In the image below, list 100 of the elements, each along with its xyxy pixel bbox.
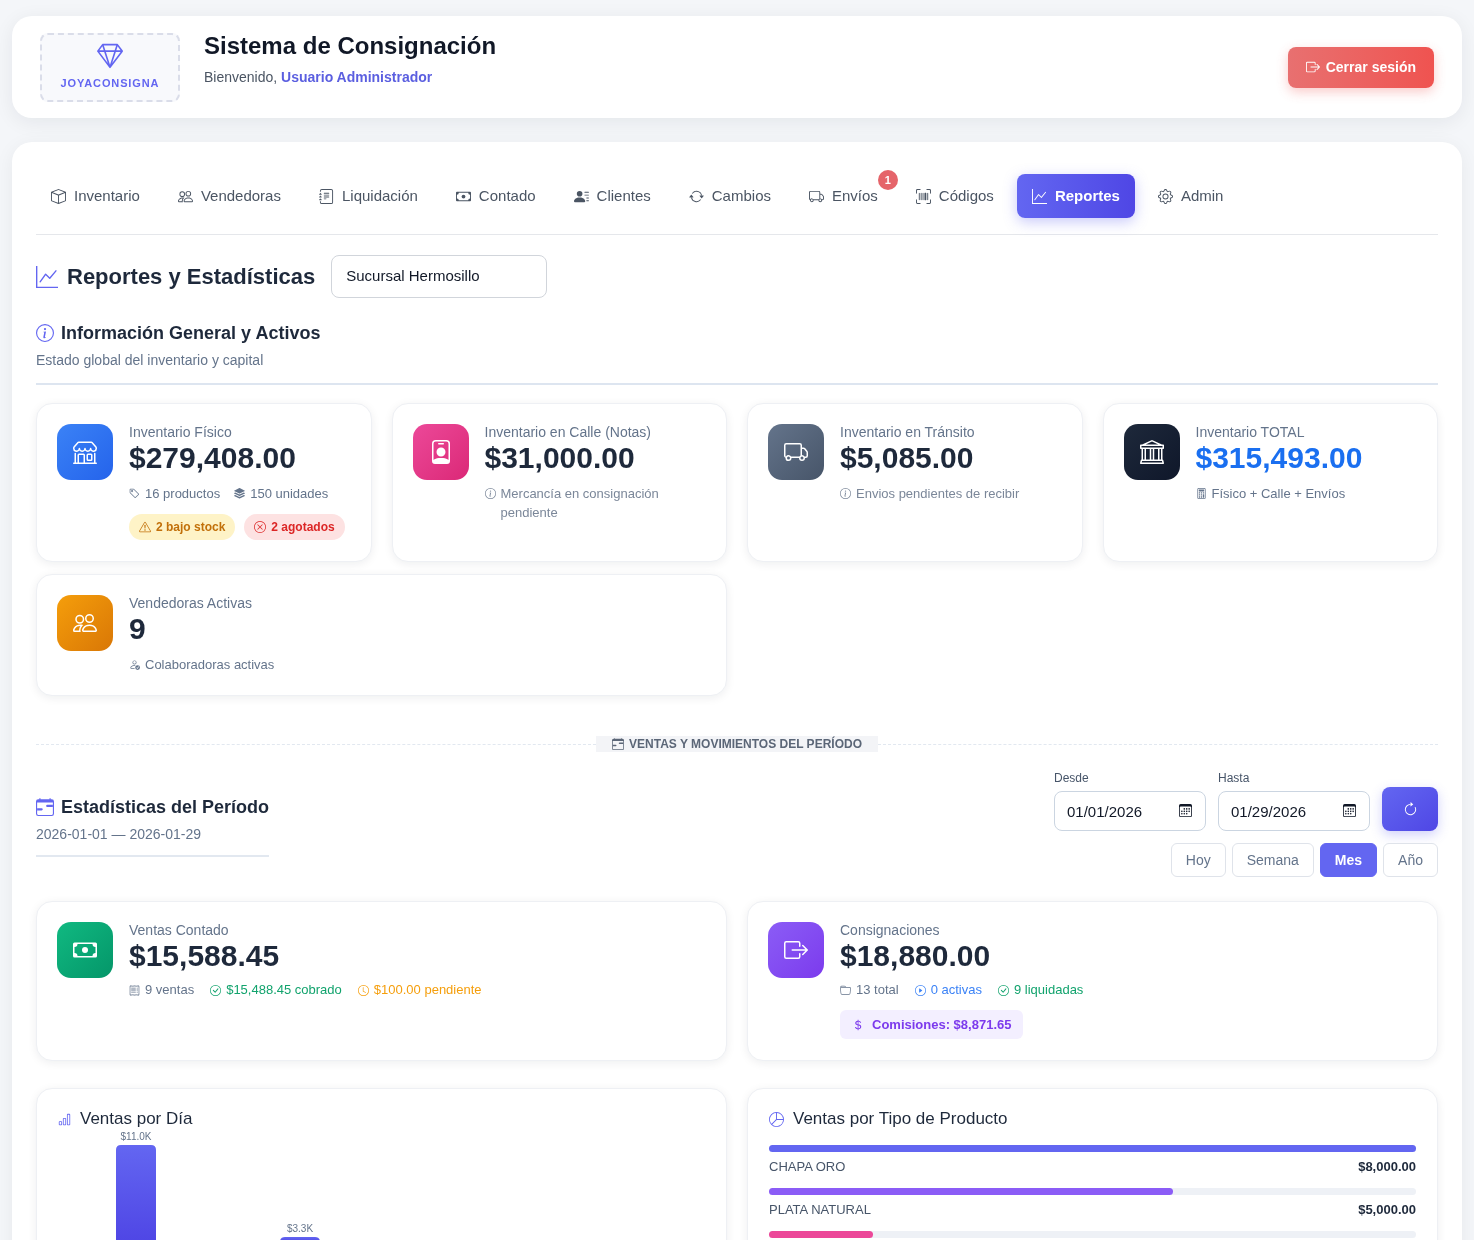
settings-icon [1157,188,1173,204]
page-title: Reportes y Estadísticas [67,263,316,291]
nav-tab[interactable]: Admin [1142,174,1239,218]
stat-value: 9 [129,611,147,647]
branch-select[interactable]: Sucursal Hermosillo [331,255,548,298]
stat-label: Inventario en Calle (Notas) [484,424,653,440]
check-circle-icon [210,984,222,996]
period-detail: 13 total [856,982,899,998]
welcome-text: Bienvenido, Usuario Administrador [204,67,434,86]
logout-icon [1305,60,1320,74]
period-preset-button[interactable]: Año [1383,843,1438,877]
period-detail: $100.00 pendiente [373,982,482,998]
stat-value: $31,000.00 [484,440,636,476]
calendar-icon [612,738,625,750]
stat-value: $279,408.00 [129,440,297,476]
count-badge: 1 [877,170,898,190]
badge-text: 2 agotados [271,519,335,536]
stat-label: Inventario en Tránsito [840,424,976,440]
calendar-icon [1343,804,1356,817]
commission-text: Comisiones: $8,871.65 [872,1015,1012,1034]
date-field[interactable]: 01/29/2026 [1218,791,1370,831]
period-detail: 0 activas [930,982,982,998]
sales-bar [280,1237,320,1240]
nav-tab[interactable]: Vendedoras [162,174,296,218]
scan-icon [915,188,931,204]
document-icon [318,188,334,204]
stat-detail: Colaboradoras activas [145,656,275,674]
truck-icon [808,188,824,204]
pie-chart-icon [769,1111,784,1127]
nav-tab[interactable]: Contado [440,174,551,218]
product-type-amount: $8,000.00 [1358,1159,1416,1175]
people-icon [57,595,113,651]
bank-icon [1123,424,1180,480]
bar-chart-icon [58,1112,71,1126]
person-check-icon [129,659,140,670]
stat-detail: Envios pendientes de recibir [856,485,1020,503]
cash-icon [57,922,113,978]
box-icon [51,188,66,204]
product-type-amount: $5,000.00 [1358,1202,1416,1218]
refresh-icon [1402,801,1418,817]
product-type-label: CHAPA ORO [769,1159,846,1175]
id-badge-icon [412,424,469,480]
section-title: Información General y Activos [61,322,321,344]
stat-value: $15,588.45 [129,938,281,974]
bar-value-label: $3.3K [286,1223,314,1234]
check-circle-icon [997,984,1009,996]
nav-tab[interactable]: Clientes [558,174,666,218]
line-chart-icon [36,265,58,288]
stat-label: Vendedoras Activas [129,595,253,611]
period-preset-button[interactable]: Hoy [1170,843,1226,877]
calendar-icon [1179,804,1192,817]
contact-list-icon [573,188,589,204]
store-icon [57,424,113,480]
date-range-text: 2026-01-01 — 2026-01-29 [36,826,202,842]
date-field[interactable]: 01/01/2026 [1054,791,1206,831]
refresh-button[interactable] [1382,787,1438,831]
field-label: Desde [1054,771,1090,785]
nav-tab[interactable]: Inventario [36,174,155,218]
field-label: Hasta [1218,771,1251,785]
nav-tab[interactable]: Reportes [1016,174,1135,218]
nav-tab[interactable]: Códigos [900,174,1009,218]
stat-label: Inventario Físico [129,424,233,440]
info-icon [484,488,496,499]
line-chart-icon [1031,188,1047,204]
people-icon [177,188,193,204]
stat-label: Consignaciones [840,922,941,938]
truck-icon [768,424,824,480]
stat-detail: Mercancía en consignación pendiente [500,485,660,522]
bar-value-label: $11.0K [120,1131,152,1142]
gem-icon [96,42,124,69]
logo-text: JOYACONSIGNA [60,75,160,91]
stat-label: Ventas Contado [129,922,230,938]
calculator-icon [1195,488,1207,499]
stat-detail: 150 unidades [250,485,329,503]
product-type-label: PLATA NATURAL [769,1202,871,1218]
section-subtitle: Estado global del inventario y capital [36,351,265,369]
period-detail: 9 liquidadas [1013,982,1084,998]
tag-icon [129,488,140,499]
badge-text: 2 bajo stock [156,519,226,536]
dollar-icon [852,1018,864,1031]
stat-value: $18,880.00 [840,938,992,974]
period-detail: 9 ventas [145,982,195,998]
stat-detail: 16 productos [145,485,221,503]
stat-value: $315,493.00 [1195,440,1363,476]
app-title: Sistema de Consignación [204,30,497,61]
stat-label: Inventario TOTAL [1195,424,1306,440]
period-preset-button[interactable]: Semana [1231,843,1314,877]
period-detail: $15,488.45 cobrado [226,982,342,998]
stat-detail: Físico + Calle + Envíos [1211,485,1346,503]
nav-tab[interactable]: Liquidación [303,174,433,218]
period-preset-button[interactable]: Mes [1319,843,1378,877]
info-icon [840,488,851,499]
refresh-arrows-icon [688,188,704,204]
nav-tab[interactable]: Cambios [673,174,786,218]
receipt-icon [129,984,140,996]
section-title: Estadísticas del Período [61,797,270,817]
folder-icon [840,984,851,996]
calendar-icon [36,798,54,816]
chart-title: Ventas por Tipo de Producto [793,1109,1008,1129]
divider-title: VENTAS Y MOVIMIENTOS DEL PERÍODO [629,735,862,753]
